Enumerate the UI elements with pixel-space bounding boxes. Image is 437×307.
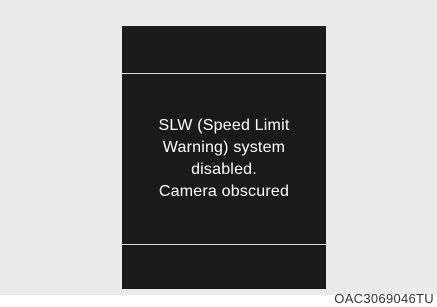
message-line-2: Warning) system bbox=[162, 139, 286, 156]
message-line-4: Camera obscured bbox=[158, 183, 290, 200]
figure-code-label: OAC3069046TU bbox=[334, 291, 434, 306]
warning-message: SLW (Speed Limit Warning) system disable… bbox=[122, 74, 326, 244]
bottom-divider bbox=[122, 244, 326, 245]
message-line-1: SLW (Speed Limit bbox=[158, 117, 290, 134]
message-line-3: disabled. bbox=[191, 161, 257, 178]
cluster-display-screen: SLW (Speed Limit Warning) system disable… bbox=[122, 26, 326, 289]
